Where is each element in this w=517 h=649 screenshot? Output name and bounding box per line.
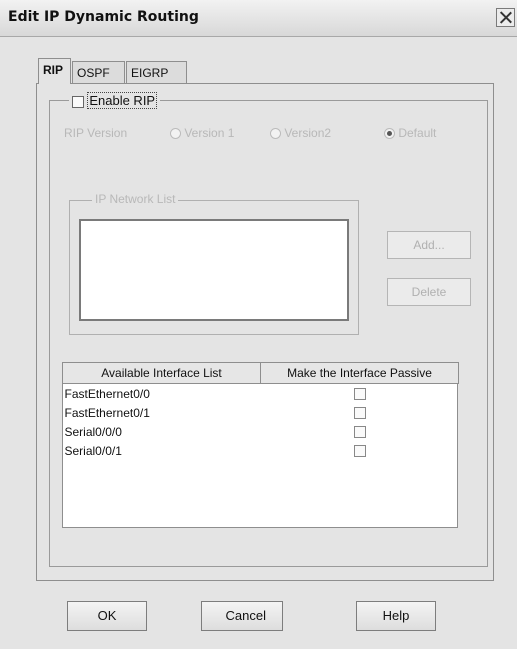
table-row[interactable]: FastEthernet0/1: [63, 403, 459, 422]
table-row[interactable]: FastEthernet0/0: [63, 384, 459, 404]
radio-version-1[interactable]: Version 1: [170, 126, 234, 140]
close-icon[interactable]: [496, 8, 515, 27]
enable-rip-row[interactable]: Enable RIP: [69, 92, 161, 109]
interface-name: Serial0/0/0: [64, 424, 122, 439]
version-2-label: Version2: [284, 126, 332, 140]
ip-network-list[interactable]: [79, 219, 349, 321]
passive-checkbox[interactable]: [353, 445, 366, 458]
default-label: Default: [398, 126, 437, 140]
enable-rip-checkbox[interactable]: [72, 95, 84, 108]
delete-button[interactable]: Delete: [387, 278, 471, 306]
radio-version-2[interactable]: Version2: [270, 126, 331, 140]
ip-network-list-label: IP Network List: [92, 192, 179, 206]
column-header-passive[interactable]: Make the Interface Passive: [260, 362, 459, 384]
help-button[interactable]: Help: [356, 601, 436, 631]
radio-default[interactable]: Default: [384, 126, 436, 140]
passive-checkbox[interactable]: [353, 407, 366, 420]
passive-checkbox[interactable]: [353, 426, 366, 439]
version-1-label: Version 1: [184, 126, 235, 140]
add-button[interactable]: Add...: [387, 231, 471, 259]
ok-button[interactable]: OK: [67, 601, 147, 631]
interface-name: FastEthernet0/0: [64, 386, 150, 401]
table-row[interactable]: Serial0/0/0: [63, 422, 459, 441]
tab-ospf[interactable]: OSPF: [72, 61, 125, 83]
window-title: Edit IP Dynamic Routing: [8, 9, 199, 25]
tab-eigrp[interactable]: EIGRP: [126, 61, 187, 83]
interface-name: FastEthernet0/1: [64, 405, 150, 420]
version-1-radio-icon[interactable]: [170, 128, 181, 140]
column-header-interface[interactable]: Available Interface List: [62, 362, 261, 384]
enable-rip-label: Enable RIP: [87, 92, 158, 109]
version-2-radio-icon[interactable]: [270, 128, 281, 140]
title-bar: Edit IP Dynamic Routing: [0, 0, 517, 37]
table-row[interactable]: Serial0/0/1: [63, 441, 459, 460]
interface-name: Serial0/0/1: [64, 443, 122, 458]
cancel-button[interactable]: Cancel: [201, 601, 283, 631]
rip-version-label: RIP Version: [64, 126, 128, 140]
default-radio-icon[interactable]: [384, 128, 395, 140]
interface-table: Available Interface List Make the Interf…: [62, 362, 459, 460]
passive-checkbox[interactable]: [353, 388, 366, 401]
tab-rip[interactable]: RIP: [38, 58, 71, 84]
